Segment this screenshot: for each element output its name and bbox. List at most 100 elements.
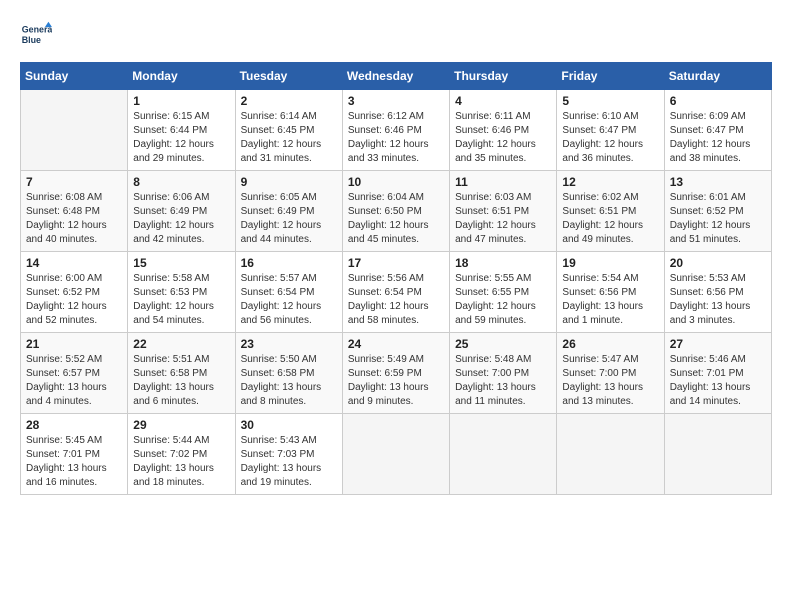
day-number: 22 [133,337,229,351]
calendar-cell: 16 Sunrise: 5:57 AMSunset: 6:54 PMDayligh… [235,252,342,333]
calendar-cell: 13Sunrise: 6:01 AMSunset: 6:52 PMDayligh… [664,171,771,252]
day-info: Sunrise: 5:50 AMSunset: 6:58 PMDaylight:… [241,353,337,409]
day-number: 27 [670,337,766,351]
calendar-cell: 25 Sunrise: 5:48 AMSunset: 7:00 PMDayligh… [450,333,557,414]
calendar-cell: 1 Sunrise: 6:15 AMSunset: 6:44 PMDaylight… [128,90,235,171]
day-number: 11 [455,175,551,189]
day-info: Sunrise: 6:02 AMSunset: 6:51 PMDaylight:… [562,191,658,247]
day-number: 12 [562,175,658,189]
day-number: 18 [455,256,551,270]
day-info: Sunrise: 5:51 AMSunset: 6:58 PMDaylight:… [133,353,229,409]
day-info: Sunrise: 6:05 AMSunset: 6:49 PMDaylight:… [241,191,337,247]
day-info: Sunrise: 5:48 AMSunset: 7:00 PMDaylight:… [455,353,551,409]
calendar-week-row: 7Sunrise: 6:08 AMSunset: 6:48 PMDaylight… [21,171,772,252]
calendar-cell: 2 Sunrise: 6:14 AMSunset: 6:45 PMDaylight… [235,90,342,171]
header-tuesday: Tuesday [235,63,342,90]
calendar-week-row: 14 Sunrise: 6:00 AMSunset: 6:52 PMDayligh… [21,252,772,333]
calendar-cell [450,414,557,495]
header-sunday: Sunday [21,63,128,90]
calendar-cell: 10 Sunrise: 6:04 AMSunset: 6:50 PMDayligh… [342,171,449,252]
logo-icon: General Blue [20,20,52,52]
header-monday: Monday [128,63,235,90]
calendar-cell: 30 Sunrise: 5:43 AMSunset: 7:03 PMDayligh… [235,414,342,495]
day-info: Sunrise: 5:57 AMSunset: 6:54 PMDaylight:… [241,272,337,328]
calendar-cell: 23 Sunrise: 5:50 AMSunset: 6:58 PMDayligh… [235,333,342,414]
calendar-cell: 18 Sunrise: 5:55 AMSunset: 6:55 PMDayligh… [450,252,557,333]
svg-text:Blue: Blue [22,35,41,45]
day-number: 19 [562,256,658,270]
day-info: Sunrise: 6:06 AMSunset: 6:49 PMDaylight:… [133,191,229,247]
calendar-cell [21,90,128,171]
calendar-table: SundayMondayTuesdayWednesdayThursdayFrid… [20,62,772,495]
calendar-header-row: SundayMondayTuesdayWednesdayThursdayFrid… [21,63,772,90]
calendar-cell [664,414,771,495]
calendar-cell: 9Sunrise: 6:05 AMSunset: 6:49 PMDaylight… [235,171,342,252]
calendar-cell: 27 Sunrise: 5:46 AMSunset: 7:01 PMDayligh… [664,333,771,414]
day-info: Sunrise: 6:01 AMSunset: 6:52 PMDaylight:… [670,191,766,247]
day-info: Sunrise: 5:58 AMSunset: 6:53 PMDaylight:… [133,272,229,328]
calendar-cell: 7Sunrise: 6:08 AMSunset: 6:48 PMDaylight… [21,171,128,252]
day-info: Sunrise: 5:56 AMSunset: 6:54 PMDaylight:… [348,272,444,328]
day-number: 28 [26,418,122,432]
day-info: Sunrise: 5:55 AMSunset: 6:55 PMDaylight:… [455,272,551,328]
day-number: 29 [133,418,229,432]
calendar-cell: 15Sunrise: 5:58 AMSunset: 6:53 PMDayligh… [128,252,235,333]
day-number: 14 [26,256,122,270]
day-info: Sunrise: 6:11 AMSunset: 6:46 PMDaylight:… [455,110,551,166]
day-number: 10 [348,175,444,189]
day-info: Sunrise: 5:46 AMSunset: 7:01 PMDaylight:… [670,353,766,409]
calendar-cell: 28 Sunrise: 5:45 AMSunset: 7:01 PMDayligh… [21,414,128,495]
day-number: 21 [26,337,122,351]
calendar-cell: 24Sunrise: 5:49 AMSunset: 6:59 PMDayligh… [342,333,449,414]
calendar-week-row: 28 Sunrise: 5:45 AMSunset: 7:01 PMDayligh… [21,414,772,495]
day-number: 6 [670,94,766,108]
day-info: Sunrise: 5:47 AMSunset: 7:00 PMDaylight:… [562,353,658,409]
header-saturday: Saturday [664,63,771,90]
calendar-cell: 11Sunrise: 6:03 AMSunset: 6:51 PMDayligh… [450,171,557,252]
calendar-cell: 20 Sunrise: 5:53 AMSunset: 6:56 PMDayligh… [664,252,771,333]
day-info: Sunrise: 5:53 AMSunset: 6:56 PMDaylight:… [670,272,766,328]
day-info: Sunrise: 6:14 AMSunset: 6:45 PMDaylight:… [241,110,337,166]
day-number: 1 [133,94,229,108]
page-header: General Blue [20,20,772,52]
calendar-cell: 17 Sunrise: 5:56 AMSunset: 6:54 PMDayligh… [342,252,449,333]
day-number: 8 [133,175,229,189]
calendar-cell: 29 Sunrise: 5:44 AMSunset: 7:02 PMDayligh… [128,414,235,495]
day-number: 23 [241,337,337,351]
header-wednesday: Wednesday [342,63,449,90]
calendar-week-row: 21 Sunrise: 5:52 AMSunset: 6:57 PMDayligh… [21,333,772,414]
day-info: Sunrise: 5:52 AMSunset: 6:57 PMDaylight:… [26,353,122,409]
day-number: 25 [455,337,551,351]
calendar-cell: 26Sunrise: 5:47 AMSunset: 7:00 PMDayligh… [557,333,664,414]
day-number: 20 [670,256,766,270]
day-number: 30 [241,418,337,432]
day-number: 2 [241,94,337,108]
day-info: Sunrise: 6:04 AMSunset: 6:50 PMDaylight:… [348,191,444,247]
day-info: Sunrise: 6:15 AMSunset: 6:44 PMDaylight:… [133,110,229,166]
calendar-cell: 5Sunrise: 6:10 AMSunset: 6:47 PMDaylight… [557,90,664,171]
day-info: Sunrise: 5:43 AMSunset: 7:03 PMDaylight:… [241,434,337,490]
calendar-cell: 19 Sunrise: 5:54 AMSunset: 6:56 PMDayligh… [557,252,664,333]
header-friday: Friday [557,63,664,90]
calendar-week-row: 1 Sunrise: 6:15 AMSunset: 6:44 PMDaylight… [21,90,772,171]
day-number: 4 [455,94,551,108]
day-info: Sunrise: 5:49 AMSunset: 6:59 PMDaylight:… [348,353,444,409]
calendar-cell [557,414,664,495]
day-number: 16 [241,256,337,270]
day-info: Sunrise: 6:00 AMSunset: 6:52 PMDaylight:… [26,272,122,328]
calendar-cell: 14 Sunrise: 6:00 AMSunset: 6:52 PMDayligh… [21,252,128,333]
day-number: 5 [562,94,658,108]
day-number: 17 [348,256,444,270]
day-info: Sunrise: 6:12 AMSunset: 6:46 PMDaylight:… [348,110,444,166]
calendar-cell: 3 Sunrise: 6:12 AMSunset: 6:46 PMDaylight… [342,90,449,171]
calendar-cell: 21 Sunrise: 5:52 AMSunset: 6:57 PMDayligh… [21,333,128,414]
calendar-cell: 22 Sunrise: 5:51 AMSunset: 6:58 PMDayligh… [128,333,235,414]
day-info: Sunrise: 5:54 AMSunset: 6:56 PMDaylight:… [562,272,658,328]
calendar-cell: 12 Sunrise: 6:02 AMSunset: 6:51 PMDayligh… [557,171,664,252]
logo: General Blue [20,20,56,52]
calendar-cell [342,414,449,495]
day-info: Sunrise: 5:45 AMSunset: 7:01 PMDaylight:… [26,434,122,490]
day-info: Sunrise: 5:44 AMSunset: 7:02 PMDaylight:… [133,434,229,490]
day-number: 3 [348,94,444,108]
calendar-cell: 4 Sunrise: 6:11 AMSunset: 6:46 PMDaylight… [450,90,557,171]
